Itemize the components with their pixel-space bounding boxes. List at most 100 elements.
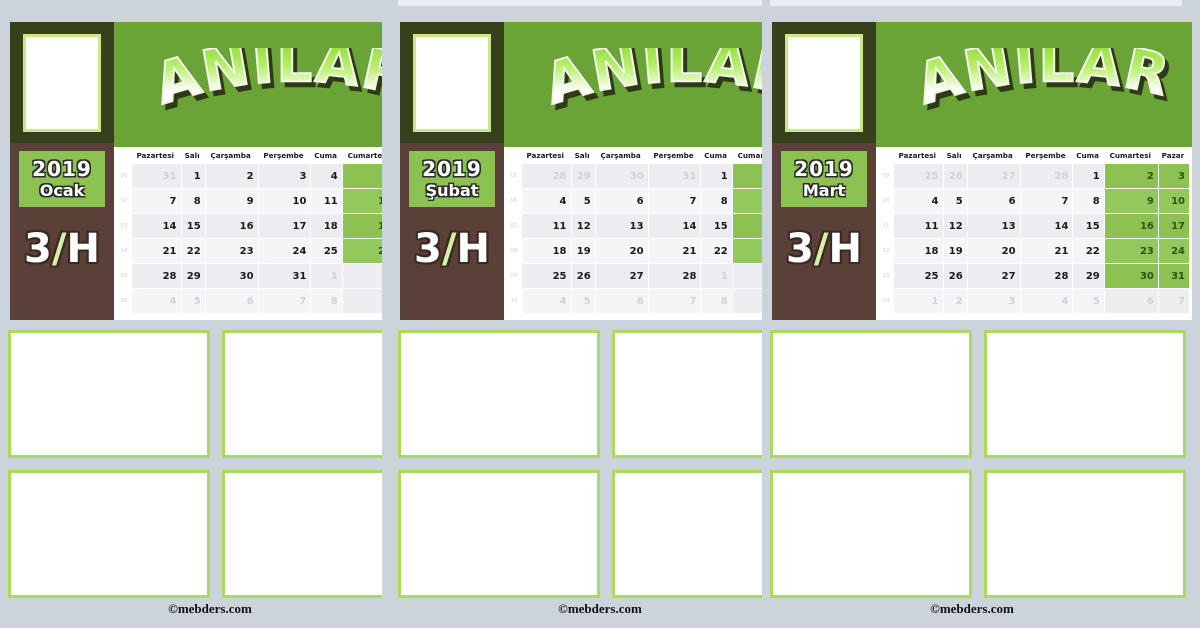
day-cell[interactable]: 14 bbox=[648, 214, 701, 238]
day-cell-adjacent-month[interactable]: 5 bbox=[1073, 289, 1104, 313]
day-cell-adjacent-month[interactable]: 8 bbox=[701, 289, 732, 313]
day-cell[interactable]: 22 bbox=[181, 239, 205, 263]
photo-frame[interactable] bbox=[222, 330, 382, 458]
day-cell[interactable]: 27 bbox=[967, 264, 1020, 288]
day-cell[interactable]: 18 bbox=[311, 214, 342, 238]
day-cell-adjacent-month[interactable]: 2 bbox=[943, 289, 967, 313]
day-cell[interactable]: 15 bbox=[701, 214, 732, 238]
day-cell-adjacent-month[interactable]: 7 bbox=[648, 289, 701, 313]
day-cell[interactable]: 26 bbox=[943, 264, 967, 288]
day-cell-adjacent-month[interactable]: 4 bbox=[1020, 289, 1073, 313]
day-cell-adjacent-month[interactable]: 1 bbox=[311, 264, 342, 288]
day-cell[interactable]: 1 bbox=[181, 164, 205, 188]
day-cell[interactable]: 12 bbox=[342, 189, 382, 213]
day-cell-adjacent-month[interactable]: 7 bbox=[258, 289, 311, 313]
day-cell[interactable]: 15 bbox=[1073, 214, 1104, 238]
day-cell[interactable]: 7 bbox=[132, 189, 181, 213]
day-cell[interactable]: 18 bbox=[894, 239, 943, 263]
day-cell[interactable]: 23 bbox=[205, 239, 258, 263]
day-cell[interactable]: 14 bbox=[1020, 214, 1073, 238]
photo-frame[interactable] bbox=[222, 470, 382, 598]
day-cell-adjacent-month[interactable]: 29 bbox=[571, 164, 595, 188]
day-cell[interactable]: 17 bbox=[258, 214, 311, 238]
header-photo-placeholder[interactable] bbox=[23, 33, 101, 132]
day-cell[interactable]: 28 bbox=[1020, 264, 1073, 288]
day-cell[interactable]: 8 bbox=[701, 189, 732, 213]
day-cell[interactable]: 29 bbox=[1073, 264, 1104, 288]
photo-frame[interactable] bbox=[612, 330, 762, 458]
day-cell[interactable]: 24 bbox=[258, 239, 311, 263]
day-cell[interactable]: 11 bbox=[522, 214, 571, 238]
day-cell[interactable]: 3 bbox=[1158, 164, 1189, 188]
day-cell[interactable]: 1 bbox=[1073, 164, 1104, 188]
photo-frame[interactable] bbox=[770, 470, 972, 598]
day-cell[interactable]: 6 bbox=[595, 189, 648, 213]
day-cell[interactable]: 23 bbox=[1104, 239, 1158, 263]
header-photo-placeholder[interactable] bbox=[785, 33, 863, 132]
day-cell[interactable]: 11 bbox=[894, 214, 943, 238]
photo-frame[interactable] bbox=[612, 470, 762, 598]
day-cell[interactable]: 9 bbox=[732, 189, 762, 213]
day-cell[interactable]: 21 bbox=[1020, 239, 1073, 263]
day-cell[interactable]: 21 bbox=[648, 239, 701, 263]
day-cell[interactable]: 18 bbox=[522, 239, 571, 263]
day-cell[interactable]: 30 bbox=[205, 264, 258, 288]
day-cell[interactable]: 1 bbox=[701, 164, 732, 188]
day-cell-adjacent-month[interactable]: 1 bbox=[701, 264, 732, 288]
day-cell-adjacent-month[interactable]: 6 bbox=[1104, 289, 1158, 313]
day-cell-adjacent-month[interactable]: 28 bbox=[1020, 164, 1073, 188]
day-cell[interactable]: 21 bbox=[132, 239, 181, 263]
day-cell[interactable]: 2 bbox=[732, 164, 762, 188]
day-cell[interactable]: 29 bbox=[181, 264, 205, 288]
day-cell-adjacent-month[interactable]: 25 bbox=[894, 164, 943, 188]
header-photo-placeholder[interactable] bbox=[413, 33, 491, 132]
header-photo-frame[interactable] bbox=[400, 22, 504, 143]
day-cell[interactable]: 22 bbox=[1073, 239, 1104, 263]
day-cell-adjacent-month[interactable]: 6 bbox=[205, 289, 258, 313]
day-cell[interactable]: 22 bbox=[701, 239, 732, 263]
day-cell[interactable]: 25 bbox=[311, 239, 342, 263]
photo-frame[interactable] bbox=[398, 330, 600, 458]
day-cell[interactable]: 15 bbox=[181, 214, 205, 238]
day-cell[interactable]: 31 bbox=[1158, 264, 1189, 288]
day-cell[interactable]: 3 bbox=[258, 164, 311, 188]
day-cell[interactable]: 19 bbox=[943, 239, 967, 263]
day-cell[interactable]: 26 bbox=[342, 239, 382, 263]
photo-frame[interactable] bbox=[984, 470, 1186, 598]
day-cell[interactable]: 20 bbox=[967, 239, 1020, 263]
day-cell[interactable]: 8 bbox=[1073, 189, 1104, 213]
day-cell-adjacent-month[interactable]: 31 bbox=[648, 164, 701, 188]
day-cell[interactable]: 24 bbox=[1158, 239, 1189, 263]
day-cell[interactable]: 19 bbox=[571, 239, 595, 263]
day-cell-adjacent-month[interactable]: 1 bbox=[894, 289, 943, 313]
day-cell-adjacent-month[interactable]: 5 bbox=[181, 289, 205, 313]
day-cell-adjacent-month[interactable]: 9 bbox=[342, 289, 382, 313]
day-cell[interactable]: 14 bbox=[132, 214, 181, 238]
day-cell[interactable]: 28 bbox=[648, 264, 701, 288]
day-cell-adjacent-month[interactable]: 26 bbox=[943, 164, 967, 188]
day-cell[interactable]: 25 bbox=[522, 264, 571, 288]
day-cell[interactable]: 4 bbox=[522, 189, 571, 213]
day-cell[interactable]: 7 bbox=[648, 189, 701, 213]
day-cell[interactable]: 6 bbox=[967, 189, 1020, 213]
day-cell[interactable]: 12 bbox=[571, 214, 595, 238]
photo-frame[interactable] bbox=[8, 470, 210, 598]
day-cell[interactable]: 13 bbox=[595, 214, 648, 238]
day-cell[interactable]: 9 bbox=[205, 189, 258, 213]
photo-frame[interactable] bbox=[8, 330, 210, 458]
photo-frame[interactable] bbox=[398, 470, 600, 598]
day-cell[interactable]: 5 bbox=[342, 164, 382, 188]
day-cell[interactable]: 16 bbox=[205, 214, 258, 238]
day-cell-adjacent-month[interactable]: 4 bbox=[522, 289, 571, 313]
day-cell-adjacent-month[interactable]: 8 bbox=[311, 289, 342, 313]
day-cell[interactable]: 4 bbox=[894, 189, 943, 213]
day-cell-adjacent-month[interactable]: 5 bbox=[571, 289, 595, 313]
day-cell[interactable]: 8 bbox=[181, 189, 205, 213]
day-cell[interactable]: 16 bbox=[732, 214, 762, 238]
day-cell[interactable]: 10 bbox=[258, 189, 311, 213]
day-cell-adjacent-month[interactable]: 27 bbox=[967, 164, 1020, 188]
day-cell-adjacent-month[interactable]: 2 bbox=[732, 264, 762, 288]
day-cell[interactable]: 28 bbox=[132, 264, 181, 288]
day-cell[interactable]: 12 bbox=[943, 214, 967, 238]
day-cell[interactable]: 13 bbox=[967, 214, 1020, 238]
